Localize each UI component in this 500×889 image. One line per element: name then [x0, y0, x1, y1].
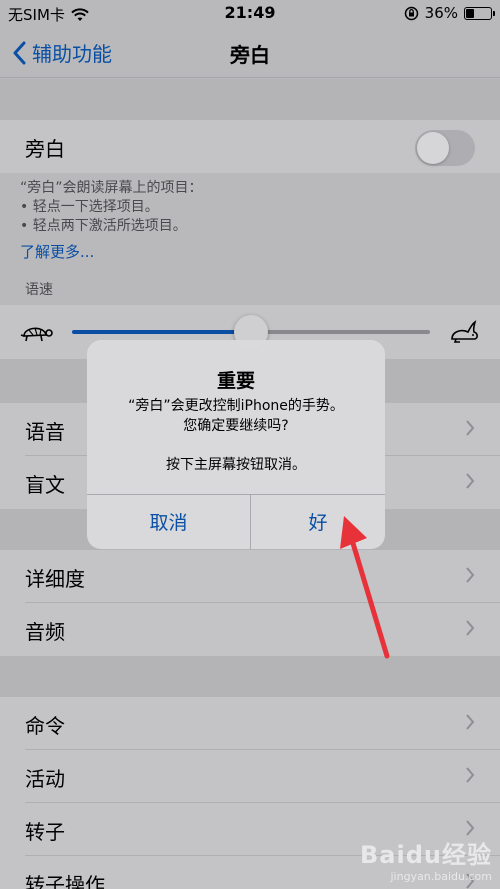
alert-message-line-3: 按下主屏幕按钮取消。 [166, 457, 306, 473]
chevron-right-icon [466, 567, 475, 583]
section-gap [0, 656, 500, 697]
section-gap [0, 79, 500, 120]
list-item-label: 转子操作 [25, 873, 105, 889]
footer-line-3: • 轻点两下激活所选项目。 [20, 218, 187, 234]
list-item-verbosity[interactable]: 详细度 [0, 550, 500, 603]
chevron-right-icon [466, 767, 475, 783]
cancel-button[interactable]: 取消 [87, 494, 250, 549]
list-item-label: 音频 [25, 620, 65, 644]
voiceover-row: 旁白 [0, 120, 500, 173]
tortoise-icon [20, 327, 53, 342]
speaking-rate-label: 语速 [25, 282, 53, 298]
list-item-activities[interactable]: 活动 [0, 750, 500, 803]
slider-track-filled [72, 330, 251, 334]
list-item-audio[interactable]: 音频 [0, 603, 500, 656]
navigation-bar: 辅助功能 旁白 [0, 28, 500, 78]
watermark-brand: Baidu经验 [360, 841, 492, 869]
chevron-right-icon [466, 714, 475, 730]
alert-title: 重要 [216, 370, 255, 392]
list-item-label: 盲文 [25, 473, 65, 497]
chevron-right-icon [466, 620, 475, 636]
chevron-right-icon [466, 473, 475, 489]
orientation-lock-icon [404, 6, 418, 20]
battery-fill [466, 8, 474, 18]
learn-more-link[interactable]: 了解更多... [20, 241, 94, 262]
list-item-label: 转子 [25, 820, 65, 844]
list-item-label: 命令 [25, 714, 65, 738]
list-item-label: 详细度 [25, 567, 85, 591]
alert-dialog: 重要 “旁白”会更改控制iPhone的手势。 您确定要继续吗? 按下主屏幕按钮取… [87, 340, 385, 549]
ok-button[interactable]: 好 [251, 494, 385, 549]
toggle-knob [417, 132, 449, 164]
watermark-site: jingyan.baidu.com [390, 870, 492, 883]
watermark: Baidu经验 jingyan.baidu.com [360, 835, 492, 883]
status-right: 36% [404, 4, 495, 22]
page-title: 旁白 [230, 43, 270, 67]
footer-line-2: • 轻点一下选择项目。 [20, 199, 159, 215]
footer-line-1: “旁白”会朗读屏幕上的项目： [20, 180, 203, 196]
list-item-label: 活动 [25, 767, 65, 791]
status-bar: 无SIM卡 21:49 36% [0, 0, 500, 28]
list-item-label: 语音 [25, 420, 65, 444]
hare-icon [451, 320, 478, 343]
voiceover-toggle[interactable] [415, 130, 475, 166]
list-item-commands[interactable]: 命令 [0, 697, 500, 750]
battery-percent: 36% [424, 4, 458, 22]
battery-icon [464, 6, 495, 20]
alert-message-line-1: “旁白”会更改控制iPhone的手势。 [128, 398, 344, 414]
slider-track-empty [251, 330, 430, 334]
chevron-right-icon [466, 420, 475, 436]
voiceover-label: 旁白 [25, 137, 65, 161]
alert-message-line-2: 您确定要继续吗? [183, 418, 289, 434]
